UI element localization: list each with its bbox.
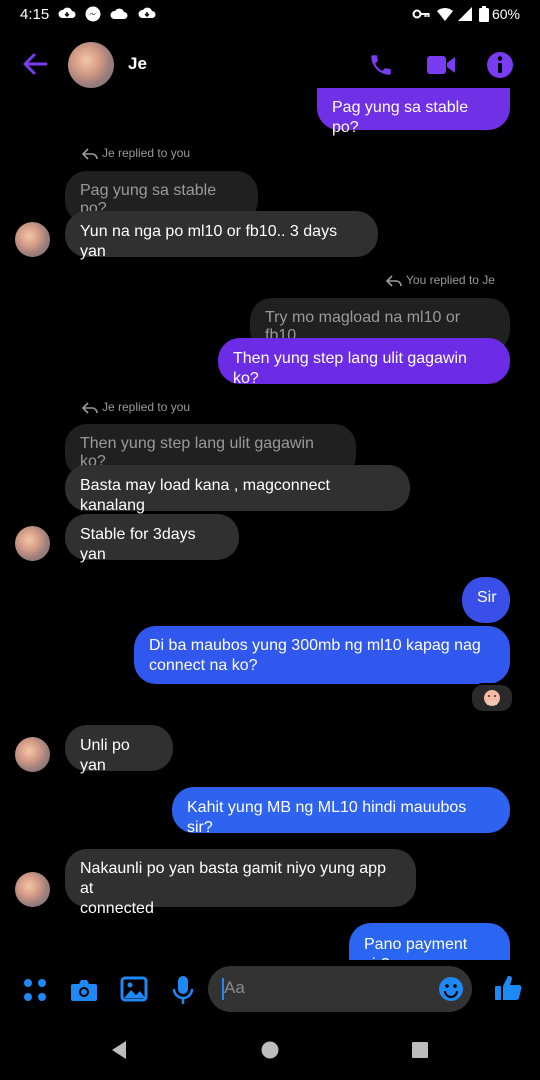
contact-avatar[interactable] [15, 526, 50, 561]
received-message[interactable]: Stable for 3days yan [65, 514, 239, 563]
back-arrow-icon[interactable] [22, 52, 48, 76]
microphone-icon[interactable] [172, 975, 194, 1005]
nav-back-icon[interactable] [110, 1040, 128, 1060]
message-placeholder: Aa [224, 978, 245, 997]
face-with-hand-over-mouth-icon [484, 690, 500, 706]
message-line: connect na ko? [149, 657, 258, 674]
sent-message[interactable]: Sir [462, 577, 510, 623]
message-line: connected [80, 900, 154, 917]
received-message[interactable]: Basta may load kana , magconnect kanalan… [65, 465, 410, 514]
cloud-icon [110, 8, 128, 19]
message-line: Nakaunli po yan basta gamit niyo yung ap… [80, 860, 386, 897]
like-thumbs-up-icon[interactable] [494, 974, 522, 1002]
reply-label: Je replied to you [102, 400, 191, 414]
received-message[interactable]: Nakaunli po yan basta gamit niyo yung ap… [65, 849, 416, 917]
nav-home-icon[interactable] [261, 1041, 279, 1059]
gallery-icon[interactable] [120, 976, 148, 1002]
sent-message[interactable]: Kahit yung MB ng ML10 hindi mauubos sir? [172, 787, 510, 836]
message-line: Di ba maubos yung 300mb ng ml10 kapag na… [149, 637, 481, 654]
sent-message[interactable]: Pano payment sir? [349, 923, 510, 973]
wifi-icon [437, 7, 453, 21]
video-call-icon[interactable] [426, 54, 456, 76]
contact-avatar[interactable] [15, 222, 50, 257]
contact-avatar[interactable] [15, 872, 50, 907]
compose-bar: Aa [0, 960, 540, 1018]
message-input[interactable] [208, 966, 472, 1012]
emoji-icon[interactable] [438, 976, 464, 1002]
nav-recents-icon[interactable] [411, 1041, 429, 1059]
messenger-icon [85, 6, 101, 22]
sent-message[interactable]: Then yung step lang ulit gagawin ko? [218, 338, 510, 387]
info-icon[interactable] [486, 51, 514, 79]
camera-icon[interactable] [70, 977, 98, 1003]
sent-message[interactable]: Di ba maubos yung 300mb ng ml10 kapag na… [134, 626, 510, 684]
cloud-download-icon [58, 7, 76, 18]
contact-avatar[interactable] [68, 42, 114, 88]
vpn-key-icon [412, 9, 430, 19]
reaction-badge[interactable] [470, 683, 514, 713]
contact-avatar[interactable] [15, 737, 50, 772]
sent-message[interactable]: Pag yung sa stable po? [317, 88, 510, 136]
apps-grid-icon[interactable] [22, 977, 48, 1003]
reply-arrow-icon [82, 148, 98, 160]
status-bar: 4:15 60% [0, 0, 540, 30]
reply-label: You replied to Je [406, 273, 495, 287]
battery-percent: 60% [491, 6, 520, 22]
phone-call-icon[interactable] [368, 52, 394, 78]
reply-arrow-icon [82, 402, 98, 414]
received-message[interactable]: Unli po yan [65, 725, 173, 774]
cloud-download-icon [138, 7, 156, 18]
reply-arrow-icon [386, 275, 402, 287]
battery-icon [479, 6, 489, 22]
contact-name[interactable]: Je [128, 54, 147, 74]
system-nav-bar [0, 1018, 540, 1080]
signal-icon [458, 7, 472, 21]
status-time: 4:15 [20, 6, 50, 23]
reply-label: Je replied to you [102, 146, 191, 160]
received-message[interactable]: Yun na nga po ml10 or fb10.. 3 days yan [65, 211, 378, 260]
